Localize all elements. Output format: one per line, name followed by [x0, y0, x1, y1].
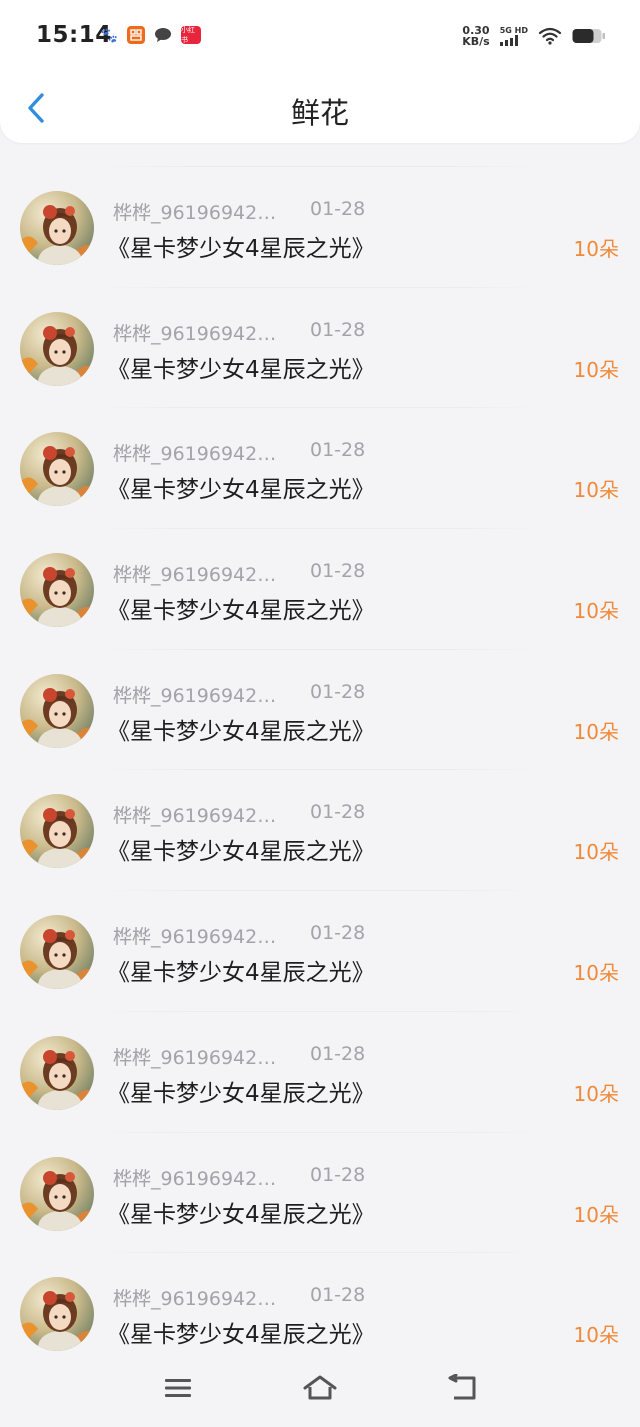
- item-meta: 桦桦_96196942… 01-28: [113, 1043, 365, 1070]
- book-title: 《星卡梦少女4星辰之光》: [107, 236, 375, 262]
- notification-icons: 🐾︎ 小红书: [98, 25, 201, 45]
- item-date: 01-28: [310, 922, 366, 945]
- list-item[interactable]: 桦桦_96196942… 01-28 《星卡梦少女4星辰之光》 10朵: [0, 167, 640, 287]
- book-title: 《星卡梦少女4星辰之光》: [107, 356, 375, 383]
- app-orange-icon: [127, 26, 145, 44]
- flower-amount: 10朵: [573, 719, 619, 744]
- flower-amount: 10朵: [573, 357, 619, 382]
- network-type: 5G HD: [499, 26, 528, 35]
- avatar[interactable]: [20, 794, 94, 869]
- app-red-label: 小红书: [181, 26, 195, 44]
- header-card: 15:14 🐾︎ 小红书 0.30 KB/s 5G HD 鲜花: [0, 0, 640, 143]
- item-meta: 桦桦_96196942… 01-28: [113, 198, 365, 225]
- wifi-icon: [538, 27, 562, 45]
- user-name: 桦桦_96196942…: [113, 564, 277, 587]
- flower-amount: 10朵: [573, 1081, 619, 1106]
- book-title: 《星卡梦少女4星辰之光》: [107, 839, 375, 866]
- book-title: 《星卡梦少女4星辰之光》: [107, 1080, 375, 1107]
- back-arrow-icon: [448, 1374, 476, 1400]
- chat-bubble-icon: [154, 26, 172, 44]
- item-date: 01-28: [310, 439, 366, 462]
- avatar[interactable]: [20, 432, 94, 507]
- page-title: 鲜花: [290, 96, 349, 130]
- status-right: 0.30 KB/s 5G HD: [462, 25, 606, 47]
- user-name: 桦桦_96196942…: [113, 926, 277, 949]
- flower-amount: 10朵: [573, 961, 619, 986]
- list-item[interactable]: 桦桦_96196942… 01-28 《星卡梦少女4星辰之光》 10朵: [0, 770, 640, 890]
- item-date: 01-28: [310, 680, 366, 703]
- avatar[interactable]: [20, 311, 94, 386]
- avatar[interactable]: [20, 1156, 94, 1231]
- item-meta: 桦桦_96196942… 01-28: [113, 560, 365, 587]
- user-name: 桦桦_96196942…: [113, 805, 277, 828]
- item-date: 01-28: [310, 1042, 366, 1065]
- item-date: 01-28: [310, 318, 366, 341]
- user-name: 桦桦_96196942…: [113, 1288, 277, 1311]
- list-item[interactable]: 桦桦_96196942… 01-28 《星卡梦少女4星辰之光》 10朵: [0, 288, 640, 408]
- list-item[interactable]: 桦桦_96196942… 01-28 《星卡梦少女4星辰之光》 10朵: [0, 1133, 640, 1253]
- list-item[interactable]: 桦桦_96196942… 01-28 《星卡梦少女4星辰之光》 10朵: [0, 650, 640, 770]
- book-title: 《星卡梦少女4星辰之光》: [107, 718, 375, 745]
- item-date: 01-28: [310, 198, 366, 220]
- item-date: 01-28: [310, 801, 366, 824]
- flower-amount: 10朵: [573, 1202, 619, 1227]
- item-meta: 桦桦_96196942… 01-28: [113, 1284, 365, 1311]
- list-item[interactable]: 桦桦_96196942… 01-28 《星卡梦少女4星辰之光》 10朵: [0, 891, 640, 1011]
- avatar[interactable]: [20, 1035, 94, 1110]
- book-title: 《星卡梦少女4星辰之光》: [107, 1322, 375, 1349]
- flower-amount: 10朵: [573, 478, 619, 503]
- item-date: 01-28: [310, 1163, 366, 1186]
- book-title: 《星卡梦少女4星辰之光》: [107, 960, 375, 987]
- book-title: 《星卡梦少女4星辰之光》: [107, 1201, 375, 1228]
- home-button[interactable]: [300, 1370, 340, 1406]
- nav-bar: 鲜花: [0, 78, 640, 140]
- avatar[interactable]: [20, 673, 94, 748]
- item-meta: 桦桦_96196942… 01-28: [113, 922, 365, 949]
- item-date: 01-28: [310, 1284, 366, 1307]
- item-date: 01-28: [310, 560, 366, 583]
- flower-list: 桦桦_96196942… 01-28 《星卡梦少女4星辰之光》 10朵 桦桦_9…: [0, 166, 640, 1373]
- home-icon: [303, 1375, 337, 1400]
- baidu-paw-icon: 🐾︎: [98, 25, 120, 45]
- battery-icon: [572, 28, 606, 44]
- list-item[interactable]: 桦桦_96196942… 01-28 《星卡梦少女4星辰之光》 10朵: [0, 1012, 640, 1132]
- list-item[interactable]: 桦桦_96196942… 01-28 《星卡梦少女4星辰之光》 10朵: [0, 529, 640, 649]
- menu-button[interactable]: [158, 1370, 198, 1406]
- user-name: 桦桦_96196942…: [113, 684, 277, 707]
- item-meta: 桦桦_96196942… 01-28: [113, 801, 365, 828]
- net-speed: 0.30 KB/s: [462, 25, 489, 47]
- item-meta: 桦桦_96196942… 01-28: [113, 681, 365, 708]
- book-title: 《星卡梦少女4星辰之光》: [107, 598, 375, 625]
- avatar[interactable]: [20, 1277, 94, 1352]
- menu-icon: [165, 1379, 191, 1397]
- avatar[interactable]: [20, 915, 94, 990]
- signal-bars-icon: [499, 35, 518, 46]
- item-meta: 桦桦_96196942… 01-28: [113, 1164, 365, 1191]
- flower-amount: 10朵: [573, 237, 619, 261]
- app-red-icon: 小红书: [181, 26, 201, 44]
- avatar[interactable]: [20, 553, 94, 628]
- flower-amount: 10朵: [573, 840, 619, 865]
- list-item[interactable]: 桦桦_96196942… 01-28 《星卡梦少女4星辰之光》 10朵: [0, 408, 640, 528]
- user-name: 桦桦_96196942…: [113, 443, 277, 466]
- user-name: 桦桦_96196942…: [113, 1167, 277, 1190]
- user-name: 桦桦_96196942…: [113, 322, 277, 345]
- user-name: 桦桦_96196942…: [113, 202, 277, 224]
- back-nav-button[interactable]: [442, 1370, 482, 1406]
- flower-amount: 10朵: [573, 1323, 619, 1348]
- item-meta: 桦桦_96196942… 01-28: [113, 439, 365, 466]
- net-speed-unit: KB/s: [462, 35, 490, 48]
- book-title: 《星卡梦少女4星辰之光》: [107, 477, 375, 504]
- avatar[interactable]: [20, 191, 94, 265]
- flower-amount: 10朵: [573, 599, 619, 624]
- item-meta: 桦桦_96196942… 01-28: [113, 319, 365, 346]
- signal-strength: 5G HD: [499, 26, 528, 46]
- status-bar: 15:14 🐾︎ 小红书 0.30 KB/s 5G HD: [0, 0, 640, 76]
- user-name: 桦桦_96196942…: [113, 1046, 277, 1069]
- system-nav-bar: [0, 1350, 640, 1427]
